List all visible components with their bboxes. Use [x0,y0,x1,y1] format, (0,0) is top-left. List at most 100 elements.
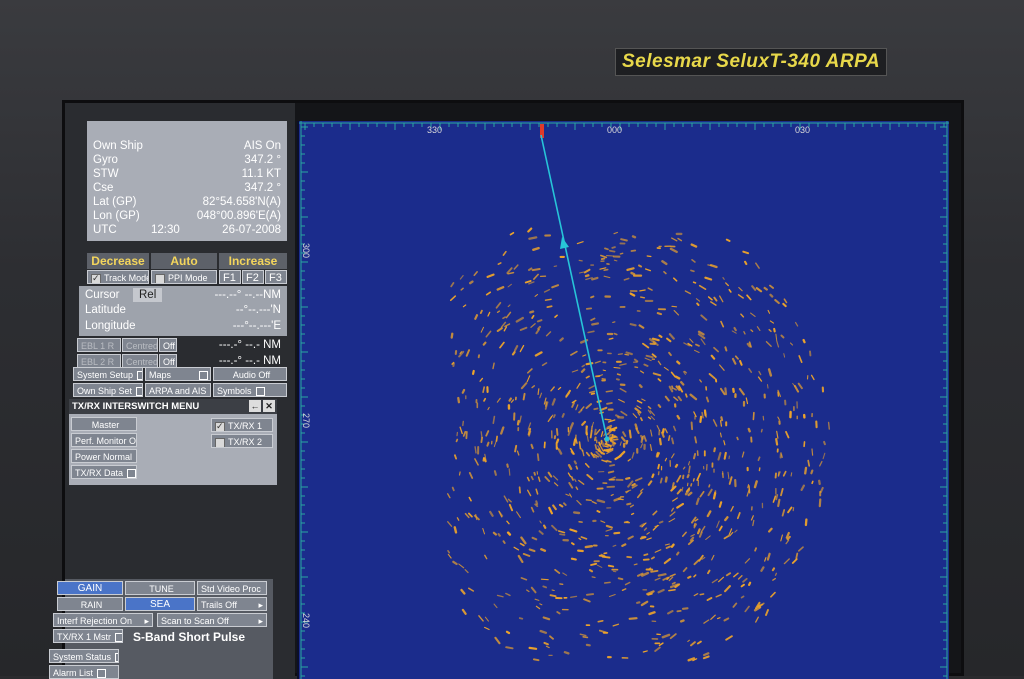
bearing-label-030: 030 [795,125,810,135]
ebl1-button[interactable]: EBL 1 R [77,338,121,352]
longitude-label: Longitude [85,319,136,333]
bearing-label-270: 270 [301,413,311,428]
submenu-icon [97,669,106,678]
gyro-value: 347.2 ° [244,153,281,167]
submenu-icon [210,387,211,396]
lat-label: Lat (GP) [93,195,136,209]
bearing-label-240: 240 [301,613,311,628]
decrease-button[interactable]: Decrease [87,253,149,269]
scan-to-scan-button[interactable]: Scan to Scan Off▸ [157,613,267,627]
cursor-box: Cursor Rel ---.--° --.--NM Latitude --°-… [79,286,287,336]
system-setup-button[interactable]: System Setup [73,367,143,381]
stw-value: 11.1 KT [242,167,281,181]
utc-label: UTC [93,223,117,237]
brand-label: Selesmar SeluxT-340 ARPA [615,48,887,76]
own-ship-icon [605,437,610,442]
bearing-ticks [301,123,947,676]
f3-button[interactable]: F3 [265,270,287,284]
cse-value: 347.2 ° [244,181,281,195]
dropdown-arrow-icon: ▸ [258,598,263,611]
stw-label: STW [93,167,119,181]
lon-label: Lon (GP) [93,209,140,223]
back-arrow-icon[interactable]: ← [249,400,261,412]
latitude-label: Latitude [85,303,126,317]
radar-echoes [448,229,830,661]
submenu-icon [256,387,265,396]
ebl2-centred-button[interactable]: Centred [122,354,158,368]
video-proc-button[interactable]: Std Video Proc [197,581,267,595]
ebl1-centred-button[interactable]: Centred [122,338,158,352]
cursor-value: ---.--° --.--NM [214,288,281,302]
power-button[interactable]: Power Normal [71,449,137,463]
close-icon[interactable]: ✕ [263,400,275,412]
sea-button[interactable]: SEA [125,597,195,611]
txrx2-check-icon [215,438,225,448]
submenu-icon [127,469,136,478]
lat-value: 82°54.658'N(A) [203,195,281,209]
perf-monitor-button[interactable]: Perf. Monitor Off [71,433,137,447]
txrx1-option[interactable]: TX/RX 1 [211,418,273,432]
alarm-list-button[interactable]: Alarm List [49,665,119,679]
control-panel: Own Ship AIS On Gyro 347.2 ° STW 11.1 KT… [65,103,295,679]
bearing-label-330: 330 [427,125,442,135]
cursor-label: Cursor [85,288,120,302]
dropdown-arrow-icon: ▸ [144,614,149,627]
track-mode-button[interactable]: Track Mode [87,270,149,284]
submenu-icon [136,387,143,396]
ebl2-value: ---.-° --.- NM [219,354,281,368]
dropdown-arrow-icon: ▸ [258,614,263,627]
cse-label: Cse [93,181,113,195]
gain-button[interactable]: GAIN [57,581,123,595]
system-status-button[interactable]: System Status [49,649,119,663]
heading-arrow-icon [560,237,569,249]
submenu-icon [115,653,119,662]
heading-line [541,135,607,439]
trails-button[interactable]: Trails Off▸ [197,597,267,611]
radar-svg: 330 000 030 300 270 240 [299,121,949,679]
tune-button[interactable]: TUNE [125,581,195,595]
latitude-value: --°--.---'N [236,303,281,317]
auto-button[interactable]: Auto [151,253,217,269]
own-ship-set-button[interactable]: Own Ship Set [73,383,143,397]
audio-off-button[interactable]: Audio Off [213,367,287,381]
ebl1-off-button[interactable]: Off [159,338,177,352]
ppi-mode-check-icon [155,274,165,284]
ppi-mode-button[interactable]: PPI Mode [151,270,217,284]
utc-date: 26-07-2008 [222,223,281,237]
submenu-icon [199,371,208,380]
bearing-label-300: 300 [301,243,311,258]
ais-status: AIS On [244,139,281,153]
txrx-mstr-button[interactable]: TX/RX 1 Mstr [53,629,123,643]
interf-rejection-button[interactable]: Interf Rejection On▸ [53,613,153,627]
ownship-box: Own Ship AIS On Gyro 347.2 ° STW 11.1 KT… [87,121,287,241]
ebl2-button[interactable]: EBL 2 R [77,354,121,368]
txrx-data-button[interactable]: TX/RX Data [71,465,137,479]
track-mode-check-icon [91,274,101,284]
maps-button[interactable]: Maps [145,367,211,381]
txrx1-check-icon [215,422,225,432]
symbols-button[interactable]: Symbols [213,383,287,397]
txrx-menu-title: TX/RX INTERSWITCH MENU ← ✕ [69,399,277,414]
rain-button[interactable]: RAIN [57,597,123,611]
txrx2-option[interactable]: TX/RX 2 [211,434,273,448]
txrx-menu: TX/RX INTERSWITCH MENU ← ✕ Master Perf. … [69,399,277,485]
gyro-label: Gyro [93,153,118,167]
longitude-value: ---°--.---'E [233,319,281,333]
ownship-title: Own Ship [93,139,143,153]
radar-display[interactable]: 330 000 030 300 270 240 [297,121,949,679]
submenu-icon [115,633,123,642]
rel-button[interactable]: Rel [133,288,162,302]
ebl2-off-button[interactable]: Off [159,354,177,368]
bearing-label-000: 000 [607,125,622,135]
arpa-ais-button[interactable]: ARPA and AIS [145,383,211,397]
radar-screen: Own Ship AIS On Gyro 347.2 ° STW 11.1 KT… [62,100,964,676]
utc-time: 12:30 [151,223,180,237]
submenu-icon [137,371,143,380]
f2-button[interactable]: F2 [242,270,264,284]
band-label: S-Band Short Pulse [133,630,245,644]
lon-value: 048°00.896'E(A) [197,209,281,223]
ebl1-value: ---.-° --.- NM [219,338,281,352]
increase-button[interactable]: Increase [219,253,287,269]
f1-button[interactable]: F1 [219,270,241,284]
master-button[interactable]: Master [71,417,137,431]
